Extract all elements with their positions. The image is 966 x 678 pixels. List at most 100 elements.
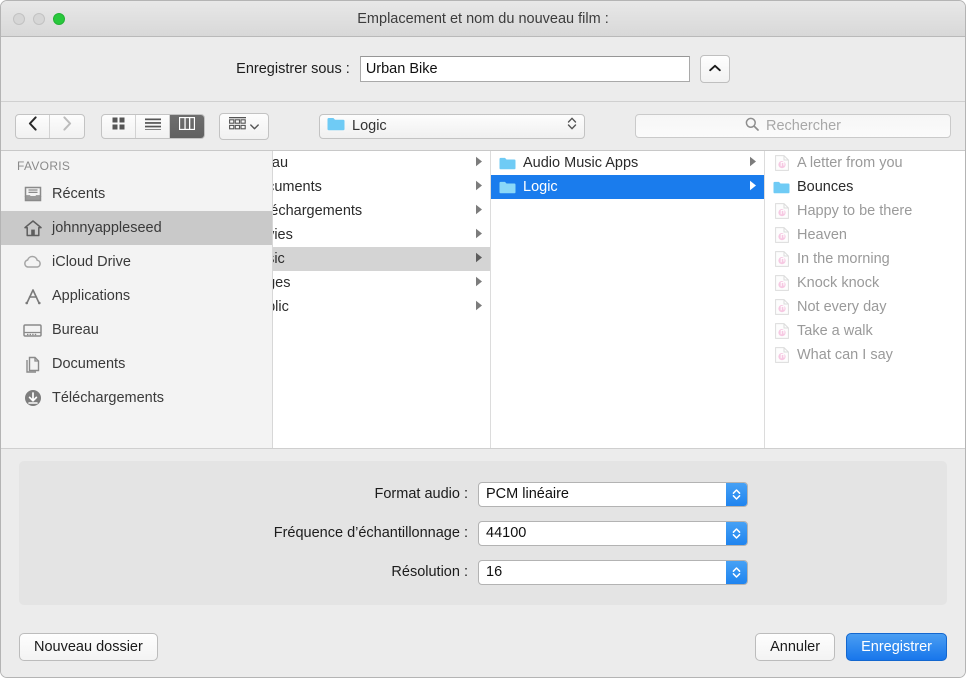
disclosure-triangle-icon — [475, 251, 483, 267]
row-label: ages — [273, 275, 468, 291]
sidebar-item-label: Bureau — [52, 322, 99, 338]
folder-icon — [773, 179, 790, 196]
disclosure-triangle-icon — [749, 155, 757, 171]
bit-depth-select[interactable]: 16 — [478, 560, 748, 585]
zoom-button[interactable] — [53, 13, 65, 25]
path-popup-label: Logic — [352, 118, 567, 134]
column-row[interactable]: ovies — [273, 223, 490, 247]
new-folder-button[interactable]: Nouveau dossier — [19, 633, 158, 661]
column-row[interactable]: éléchargements — [273, 199, 490, 223]
logic-folder-column[interactable]: A letter from you Bounces — [765, 151, 965, 448]
column-row[interactable]: Heaven — [765, 223, 965, 247]
home-folder-column[interactable]: reau ocuments éléchargements — [273, 151, 491, 448]
sidebar-item-recents[interactable]: Récents — [1, 177, 272, 211]
row-label: ublic — [273, 299, 468, 315]
forward-button[interactable] — [50, 115, 84, 138]
documents-icon — [23, 355, 42, 374]
column-row[interactable]: Bounces — [765, 175, 965, 199]
search-placeholder: Rechercher — [766, 118, 841, 134]
sample-rate-label: Fréquence d’échantillonnage : — [218, 525, 468, 541]
save-as-row: Enregistrer sous : — [1, 37, 965, 102]
row-label: A letter from you — [797, 155, 958, 171]
save-dialog-window: Emplacement et nom du nouveau film : Enr… — [0, 0, 966, 678]
column-row[interactable]: Knock knock — [765, 271, 965, 295]
column-row[interactable]: Not every day — [765, 295, 965, 319]
column-row[interactable]: Take a walk — [765, 319, 965, 343]
music-document-icon — [773, 203, 790, 220]
icon-view-button[interactable] — [102, 115, 136, 138]
row-label: Take a walk — [797, 323, 958, 339]
sidebar-item-documents[interactable]: Documents — [1, 347, 272, 381]
list-view-button[interactable] — [136, 115, 170, 138]
downloads-icon — [23, 389, 42, 408]
list-view-icon — [145, 117, 161, 135]
sample-rate-select[interactable]: 44100 — [478, 521, 748, 546]
row-label: Audio Music Apps — [523, 155, 742, 171]
save-button[interactable]: Enregistrer — [846, 633, 947, 661]
sidebar-item-label: Documents — [52, 356, 125, 372]
sidebar-item-icloud-drive[interactable]: iCloud Drive — [1, 245, 272, 279]
sidebar-item-desktop[interactable]: Bureau — [1, 313, 272, 347]
collapse-browser-button[interactable] — [700, 55, 730, 83]
dialog-footer: Nouveau dossier Annuler Enregistrer — [1, 617, 965, 677]
file-browser: FAVORIS Récents — [1, 151, 965, 449]
column-view-icon — [179, 117, 195, 135]
column-row[interactable]: Audio Music Apps — [491, 151, 764, 175]
audio-format-select[interactable]: PCM linéaire — [478, 482, 748, 507]
search-icon — [745, 117, 759, 136]
filename-input[interactable] — [360, 56, 690, 82]
sample-rate-value: 44100 — [479, 525, 726, 541]
minimize-button[interactable] — [33, 13, 45, 25]
audio-settings-box: Format audio : PCM linéaire Fréquence d’… — [19, 461, 947, 605]
row-label: usic — [273, 251, 468, 267]
column-view-button[interactable] — [170, 115, 204, 138]
music-document-icon — [773, 227, 790, 244]
column-row[interactable]: A letter from you — [765, 151, 965, 175]
group-by-icon — [229, 117, 246, 136]
chevron-down-icon — [250, 117, 259, 135]
icon-view-icon — [112, 117, 125, 135]
disclosure-triangle-icon — [475, 275, 483, 291]
sample-rate-row: Fréquence d’échantillonnage : 44100 — [218, 521, 748, 546]
sidebar-item-home[interactable]: johnnyappleseed — [1, 211, 272, 245]
folder-icon — [499, 155, 516, 172]
column-row[interactable]: What can I say — [765, 343, 965, 367]
column-row[interactable]: ages — [273, 271, 490, 295]
music-document-icon — [773, 275, 790, 292]
home-icon — [23, 219, 42, 238]
search-input[interactable]: Rechercher — [635, 114, 951, 138]
column-row[interactable]: ublic — [273, 295, 490, 319]
column-row-selected[interactable]: usic — [273, 247, 490, 271]
close-button[interactable] — [13, 13, 25, 25]
folder-icon — [499, 179, 516, 196]
sidebar-item-downloads[interactable]: Téléchargements — [1, 381, 272, 415]
column-row[interactable]: reau — [273, 151, 490, 175]
row-label: Bounces — [797, 179, 958, 195]
updown-chevron-icon[interactable] — [726, 483, 747, 506]
updown-chevron-icon[interactable] — [726, 522, 747, 545]
path-popup-button[interactable]: Logic — [319, 114, 585, 139]
back-button[interactable] — [16, 115, 50, 138]
music-document-icon — [773, 155, 790, 172]
column-browser: reau ocuments éléchargements — [273, 151, 965, 448]
traffic-light-group — [1, 13, 65, 25]
disclosure-triangle-icon — [749, 179, 757, 195]
column-row[interactable]: In the morning — [765, 247, 965, 271]
cancel-button[interactable]: Annuler — [755, 633, 835, 661]
row-label: Not every day — [797, 299, 958, 315]
row-label: What can I say — [797, 347, 958, 363]
column-row[interactable]: ocuments — [273, 175, 490, 199]
row-label: Knock knock — [797, 275, 958, 291]
column-row-selected[interactable]: Logic — [491, 175, 764, 199]
save-as-label: Enregistrer sous : — [236, 61, 350, 77]
row-label: Heaven — [797, 227, 958, 243]
column-row[interactable]: Happy to be there — [765, 199, 965, 223]
audio-format-value: PCM linéaire — [479, 486, 726, 502]
updown-chevron-icon[interactable] — [726, 561, 747, 584]
bit-depth-row: Résolution : 16 — [218, 560, 748, 585]
row-label: Logic — [523, 179, 742, 195]
footer-action-group: Annuler Enregistrer — [755, 633, 947, 661]
sidebar-item-applications[interactable]: Applications — [1, 279, 272, 313]
group-by-button[interactable] — [219, 113, 269, 140]
music-folder-column[interactable]: Audio Music Apps Logic — [491, 151, 765, 448]
